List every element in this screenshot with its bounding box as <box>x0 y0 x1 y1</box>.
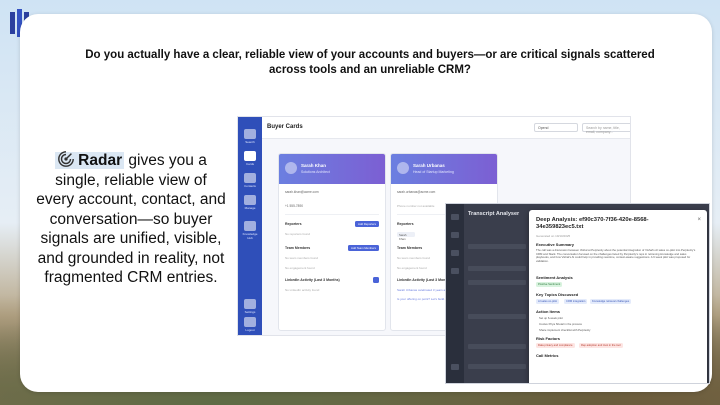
topic-tag: Knowledge retrieval challenges <box>590 299 632 304</box>
sidebar-item-contacts[interactable]: Contacts <box>244 173 256 188</box>
phone-note: Phone number not available <box>397 204 435 208</box>
placeholder-row <box>468 314 526 319</box>
buyer-phone[interactable]: +1 555-7890 <box>285 204 303 208</box>
action-item: Set up 6-week pilot <box>539 316 563 320</box>
sidebar-item-label: Search <box>245 140 255 144</box>
buyer-name: Sarah Urbanas <box>413 163 445 168</box>
transcript-analyser-screenshot: Transcript Analyser Deep Analysis: ef90c… <box>445 203 710 384</box>
placeholder-row <box>468 266 526 271</box>
linkedin-note: No LinkedIn activity found <box>285 288 320 292</box>
call-metrics-label: Call Metrics <box>536 353 559 358</box>
sidebar-item[interactable] <box>451 214 459 220</box>
risk-tag: Data privacy and compliance <box>536 343 575 348</box>
deep-analysis-modal: Deep Analysis: ef90c370-7f36-420e-8568-3… <box>529 210 707 383</box>
buyer-email[interactable]: sarah.urbanas@acme.com <box>397 190 435 194</box>
topics-label: Key Topics Discussed <box>536 292 579 297</box>
sidebar-item-label: Settings <box>244 310 256 314</box>
team-members-note: No team members found <box>285 256 319 260</box>
buyer-card-header: Sarah Khan Solutions Architect <box>279 154 385 184</box>
reporters-label: Reporters <box>397 222 414 226</box>
modal-meta: Generated on 19/10/2025 <box>536 234 571 238</box>
add-team-members-button[interactable]: Add Team Members <box>348 245 379 251</box>
linkedin-post[interactable]: Sarah Urbanas celebrated 3 years at... <box>397 288 449 292</box>
body-text: gives you a single, reliable view of eve… <box>36 152 226 286</box>
placeholder-row <box>468 344 526 349</box>
engagement-note: No engagement found <box>285 266 315 270</box>
sidebar-item-logout[interactable]: Logout <box>244 317 256 332</box>
sidebar-item-label: Cards <box>245 162 254 166</box>
action-item: Involve Priya Shetal in the process <box>539 322 582 326</box>
buyer-role: Head of Startup Marketing <box>413 170 454 174</box>
sidebar-item-label: Manage <box>244 206 256 210</box>
sidebar-item-label: Logout <box>245 328 255 332</box>
sidebar-item-knowledge-hub[interactable]: Knowledge Hub <box>243 221 257 240</box>
sidebar-item-label: Knowledge Hub <box>242 232 258 240</box>
reporters-note: No reporters found <box>285 232 311 236</box>
sidebar-item[interactable] <box>451 232 459 238</box>
reporters-label: Reporters <box>285 222 302 226</box>
sentiment-label: Sentiment Analysis <box>536 275 573 280</box>
action-item: Share implement checklist with Perplexit… <box>539 328 591 332</box>
buyer-cards-header: Buyer Cards Opend Search by name, title,… <box>262 117 630 139</box>
placeholder-row <box>468 280 526 285</box>
sidebar-item[interactable] <box>451 268 459 274</box>
brand-name: Radar <box>78 152 123 169</box>
action-items-label: Action Items <box>536 309 561 314</box>
page-title: Transcript Analyser <box>468 211 520 217</box>
team-members-label: Team Members <box>397 246 423 250</box>
team-members-note: No team members found <box>397 256 431 260</box>
buyer-card-header: Sarah Urbanas Head of Startup Marketing <box>391 154 497 184</box>
linkedin-activity-label: LinkedIn Activity (Last 3 Months) <box>397 278 452 282</box>
buyer-role: Solutions Architect <box>301 170 330 174</box>
add-reporters-button[interactable]: Add Reporters <box>354 221 379 227</box>
sidebar-item-label: Contacts <box>244 184 256 188</box>
sidebar: Search Cards Contacts Manage Knowledge H… <box>238 117 262 335</box>
reporter-chip[interactable]: Sarah Khan <box>397 232 415 241</box>
linkedin-post[interactable]: Is your offering on point? Let's build..… <box>397 297 447 301</box>
radar-icon <box>58 151 75 167</box>
sidebar-item[interactable] <box>451 364 459 370</box>
topic-tag: CRM integration <box>564 299 588 304</box>
slide-body: Radar gives you a single, reliable view … <box>36 150 226 288</box>
sidebar-item-manage[interactable]: Manage <box>244 195 256 210</box>
executive-summary-label: Executive Summary <box>536 242 575 247</box>
slide-headline: Do you actually have a clear, reliable v… <box>85 49 655 76</box>
divider <box>285 214 379 215</box>
team-members-label: Team Members <box>285 246 311 250</box>
risk-factors-label: Risk Factors <box>536 336 561 341</box>
sidebar-item-cards[interactable]: Cards <box>244 151 256 166</box>
sidebar-item-settings[interactable]: Settings <box>244 299 256 314</box>
executive-summary-text: The call was a discussion between Vishal… <box>536 248 696 263</box>
status-select[interactable]: Opend <box>534 123 578 132</box>
topic-tag: AI sales co-pilot <box>536 299 559 304</box>
sentiment-badge: Positive Sentiment <box>536 282 563 287</box>
linkedin-activity-label: LinkedIn Activity (Last 3 Months) <box>285 278 340 282</box>
modal-title: Deep Analysis: ef90c370-7f36-420e-8568-3… <box>536 217 649 230</box>
sidebar-item-search[interactable]: Search <box>244 129 256 144</box>
close-icon[interactable]: × <box>697 217 701 223</box>
engagement-note: No engagement found <box>397 266 427 270</box>
placeholder-row <box>468 364 526 369</box>
risk-tag: Rep adoption and trust in the tool <box>579 343 623 348</box>
page-title: Buyer Cards <box>267 124 303 130</box>
placeholder-row <box>468 244 526 249</box>
buyer-card[interactable]: Sarah Khan Solutions Architect sarah.kha… <box>278 153 386 331</box>
radar-brand-highlight: Radar <box>55 151 125 169</box>
avatar <box>285 162 297 174</box>
sidebar-item[interactable] <box>451 250 459 256</box>
linkedin-refresh-button[interactable] <box>373 277 379 283</box>
search-input[interactable]: Search by name, title, email, company... <box>582 123 630 134</box>
sidebar <box>446 204 464 383</box>
buyer-name: Sarah Khan <box>301 163 327 168</box>
avatar <box>397 162 409 174</box>
buyer-email[interactable]: sarah.khan@acme.com <box>285 190 319 194</box>
